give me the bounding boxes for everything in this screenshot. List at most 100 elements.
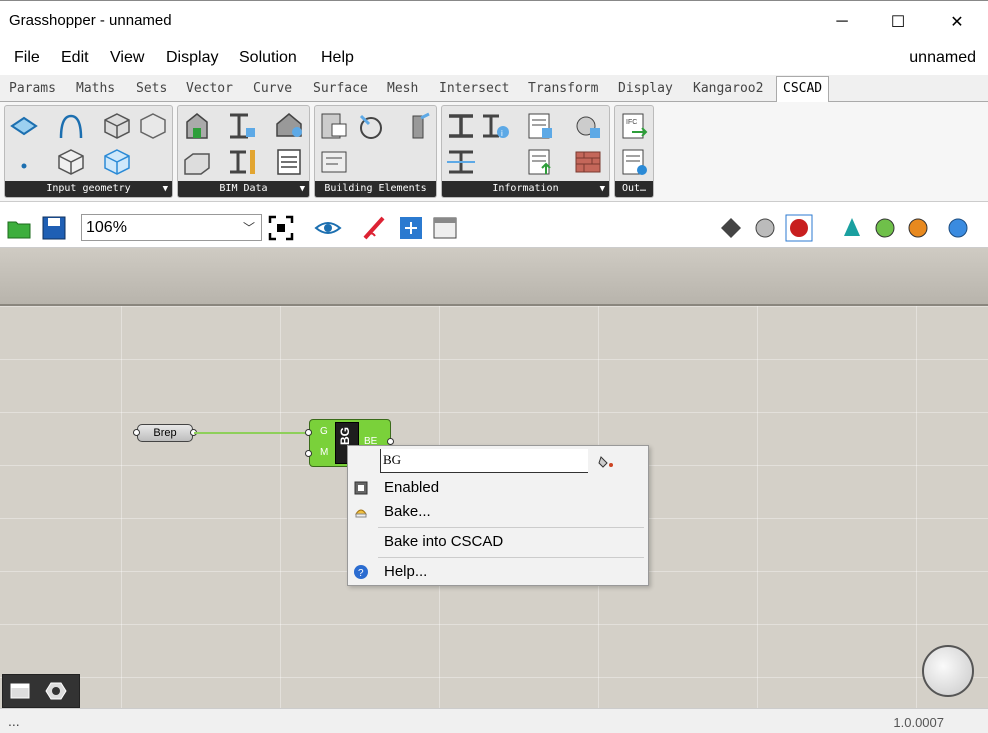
tab-vector[interactable]: Vector <box>186 81 233 96</box>
ifc-export-icon[interactable]: IFC <box>618 110 650 142</box>
slab-icon[interactable] <box>181 146 213 178</box>
table-icon[interactable] <box>273 146 305 178</box>
menu-file[interactable]: File <box>14 49 40 67</box>
arc-icon[interactable] <box>55 110 87 142</box>
point-icon[interactable] <box>8 150 40 182</box>
panel-footer-building-elements[interactable]: Building Elements <box>315 181 436 197</box>
panel-footer-output[interactable]: Out… <box>615 181 653 197</box>
menu-edit[interactable]: Edit <box>61 49 89 67</box>
bake-icon[interactable] <box>353 504 369 520</box>
canvas-window-icon[interactable] <box>431 214 459 242</box>
tab-kangaroo2[interactable]: Kangaroo2 <box>693 81 763 96</box>
sketch-icon[interactable] <box>361 214 389 242</box>
preview-eye-icon[interactable] <box>314 214 342 242</box>
export-list-icon[interactable] <box>524 146 556 178</box>
brep-param-label: Brep <box>153 427 177 439</box>
wire <box>194 432 310 434</box>
tab-sets[interactable]: Sets <box>136 81 167 96</box>
menu-item-bake[interactable]: Bake... <box>384 503 431 520</box>
brep-input-pin[interactable] <box>133 429 140 436</box>
menu-display[interactable]: Display <box>166 49 218 67</box>
ibeam-section-icon[interactable] <box>445 146 477 178</box>
panel-information: i Information ▼ <box>441 105 610 198</box>
zoom-extents-icon[interactable] <box>267 214 295 242</box>
menu-item-help[interactable]: Help... <box>384 563 427 580</box>
ibeam-tag-icon[interactable] <box>226 110 258 142</box>
blue-box-icon[interactable] <box>101 146 133 178</box>
house-tag-icon[interactable] <box>273 110 305 142</box>
tab-display[interactable]: Display <box>618 81 673 96</box>
tab-transform[interactable]: Transform <box>528 81 598 96</box>
menu-help[interactable]: Help <box>321 49 354 67</box>
component-input-pin-g[interactable] <box>305 429 312 436</box>
status-message: ... <box>8 713 20 729</box>
tab-surface[interactable]: Surface <box>313 81 368 96</box>
brep-param[interactable]: Brep <box>137 424 193 442</box>
minimize-button[interactable]: ─ <box>822 9 862 35</box>
building-icon[interactable] <box>181 110 213 142</box>
tab-intersect[interactable]: Intersect <box>439 81 509 96</box>
panel-footer-input-geometry[interactable]: Input geometry ▼ <box>5 181 172 197</box>
panel-widget-icon[interactable] <box>9 680 31 702</box>
shape-tag-icon[interactable] <box>572 110 604 142</box>
help-icon[interactable]: ? <box>353 564 369 580</box>
input-port-m[interactable]: M <box>320 447 328 458</box>
preview-shaded-icon[interactable] <box>751 214 779 242</box>
plane-icon[interactable] <box>8 110 40 142</box>
save-icon[interactable] <box>40 214 68 242</box>
ibeam-ruler-icon[interactable] <box>226 146 258 178</box>
hexagon-nut-icon[interactable] <box>45 680 67 702</box>
sphere-preview-icon[interactable] <box>944 214 972 242</box>
menu-solution[interactable]: Solution <box>239 49 297 67</box>
tab-cscad[interactable]: CSCAD <box>776 76 830 103</box>
navigation-ball[interactable] <box>922 645 974 697</box>
ibeam-icon[interactable] <box>445 110 477 142</box>
preview-selected-icon[interactable] <box>785 214 813 242</box>
brep-box-icon[interactable] <box>55 146 87 178</box>
expand-arrow-icon[interactable]: ▼ <box>600 181 605 197</box>
column-element-icon[interactable] <box>401 110 433 142</box>
nickname-input[interactable]: BG <box>380 449 588 473</box>
component-output-pin-be[interactable] <box>387 438 394 445</box>
wire-display-icon[interactable] <box>397 214 425 242</box>
box-solid-icon[interactable] <box>137 110 169 142</box>
tab-curve[interactable]: Curve <box>253 81 292 96</box>
menu-view[interactable]: View <box>110 49 144 67</box>
material-preview-icon[interactable] <box>904 214 932 242</box>
rotate-element-icon[interactable] <box>355 110 387 142</box>
menu-item-enabled[interactable]: Enabled <box>384 479 439 496</box>
tab-params[interactable]: Params <box>9 81 56 96</box>
doc-tag-icon[interactable] <box>524 110 556 142</box>
ibeam-info-icon[interactable]: i <box>479 110 511 142</box>
tab-maths[interactable]: Maths <box>76 81 115 96</box>
menu-separator <box>378 557 644 558</box>
settings-doc-icon[interactable] <box>618 146 650 178</box>
component-nickname-text: BG <box>338 427 352 445</box>
component-input-pin-m[interactable] <box>305 450 312 457</box>
expand-arrow-icon[interactable]: ▼ <box>163 181 168 197</box>
context-menu: BG Enabled Bake... Bake into CSCAD ? Hel… <box>347 445 649 586</box>
canvas-header-band <box>0 248 988 306</box>
open-folder-icon[interactable] <box>5 214 33 242</box>
svg-text:IFC: IFC <box>626 119 637 126</box>
wall-element-icon[interactable] <box>318 146 350 178</box>
expand-arrow-icon[interactable]: ▼ <box>300 181 305 197</box>
chevron-down-icon[interactable]: ﹀ <box>243 219 255 236</box>
panel-label: Out… <box>621 183 647 194</box>
preview-wireframe-icon[interactable] <box>717 214 745 242</box>
paint-bucket-icon[interactable] <box>598 453 614 469</box>
box-icon[interactable] <box>101 110 133 142</box>
input-port-g[interactable]: G <box>320 426 328 437</box>
brick-wall-icon[interactable] <box>572 146 604 178</box>
maximize-button[interactable]: ☐ <box>878 9 918 35</box>
enabled-checkbox-icon[interactable] <box>353 480 369 496</box>
tab-mesh[interactable]: Mesh <box>387 81 418 96</box>
zoom-input[interactable]: 106% ﹀ <box>81 214 262 241</box>
mesh-preview-icon[interactable] <box>871 214 899 242</box>
panel-footer-bim-data[interactable]: BIM Data ▼ <box>178 181 309 197</box>
document-preview-icon[interactable] <box>838 214 866 242</box>
menu-item-bake-into-cscad[interactable]: Bake into CSCAD <box>384 533 503 550</box>
panel-footer-information[interactable]: Information ▼ <box>442 181 609 197</box>
close-button[interactable]: ✕ <box>937 9 977 35</box>
window-element-icon[interactable] <box>318 110 350 142</box>
